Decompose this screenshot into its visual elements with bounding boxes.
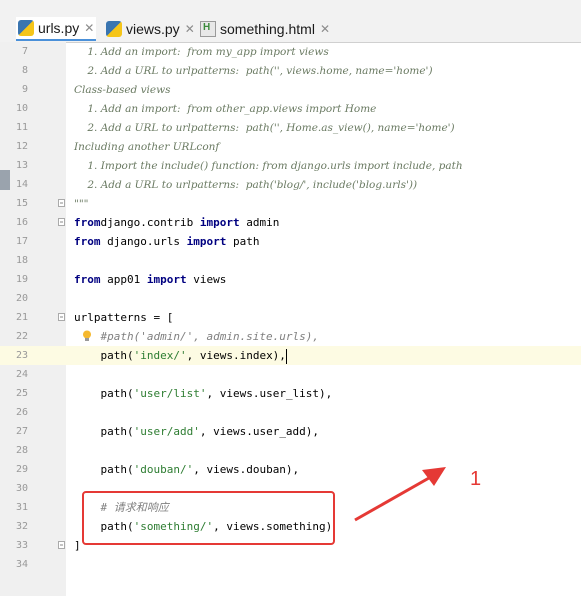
annotation-arrow — [354, 467, 446, 522]
annotation-number: 1 — [470, 468, 482, 490]
